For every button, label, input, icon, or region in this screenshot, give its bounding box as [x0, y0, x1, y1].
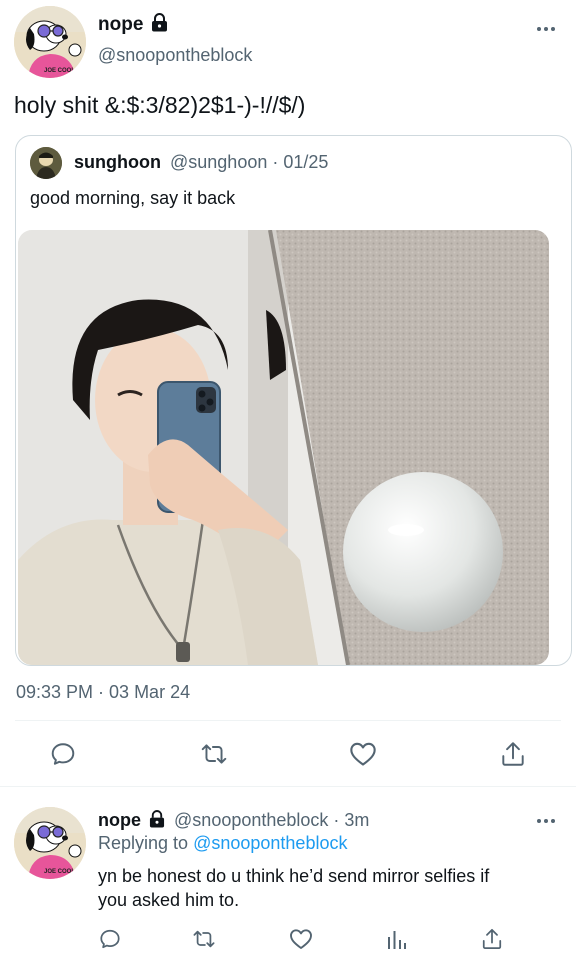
main-display-name-row: nope: [98, 13, 168, 37]
replying-to-label: Replying to: [98, 833, 189, 853]
mirror-selfie-photo: [18, 230, 549, 665]
snoopy-avatar-image: JOE COOL: [14, 807, 86, 879]
heart-icon[interactable]: [289, 928, 313, 950]
quoted-avatar: [30, 147, 62, 179]
reply-display-name[interactable]: nope: [98, 810, 141, 830]
main-tweet-text: holy shit &:$:3/82)2$1-)-!//$/): [14, 92, 306, 118]
reply-text: yn be honest do u think he’d send mirror…: [98, 864, 489, 912]
lock-icon: [151, 13, 167, 32]
reply-handle-time[interactable]: @snoopontheblock · 3m: [174, 810, 369, 830]
retweet-icon[interactable]: [192, 928, 216, 950]
more-icon[interactable]: [536, 817, 556, 825]
avatar-shirt-text: JOE COOL: [44, 869, 75, 875]
replying-to-handle[interactable]: @snoopontheblock: [193, 833, 347, 853]
quoted-tweet-card[interactable]: sunghoon @sunghoon · 01/25 good morning,…: [15, 135, 572, 666]
share-icon[interactable]: [481, 927, 503, 951]
reply-text-line-2: you asked him to.: [98, 890, 240, 910]
retweet-icon[interactable]: [200, 741, 228, 767]
replying-to: Replying to @snoopontheblock: [98, 833, 347, 854]
lock-icon: [149, 810, 165, 828]
reply-icon[interactable]: [99, 928, 121, 950]
avatar-shirt-text: JOE COOL: [44, 68, 75, 74]
quoted-avatar-image: [30, 147, 62, 179]
timestamp-divider: [15, 720, 561, 721]
heart-icon[interactable]: [349, 741, 377, 767]
main-avatar[interactable]: JOE COOL: [14, 6, 86, 78]
quoted-tweet-text: good morning, say it back: [30, 188, 236, 208]
reply-avatar[interactable]: JOE COOL: [14, 807, 86, 879]
reply-icon[interactable]: [50, 741, 76, 767]
quoted-handle[interactable]: @sunghoon · 01/25: [170, 152, 328, 172]
more-icon[interactable]: [536, 25, 556, 33]
share-icon[interactable]: [500, 740, 526, 768]
main-timestamp[interactable]: 09:33 PM · 03 Mar 24: [16, 682, 190, 703]
main-handle[interactable]: @snoopontheblock: [98, 45, 252, 66]
quoted-photo[interactable]: [18, 230, 549, 665]
snoopy-avatar-image: JOE COOL: [14, 6, 86, 78]
quoted-header: sunghoon @sunghoon · 01/25: [74, 152, 328, 173]
thread-divider: [0, 786, 576, 787]
main-display-name[interactable]: nope: [98, 14, 143, 35]
reply-text-line-1: yn be honest do u think he’d send mirror…: [98, 866, 490, 886]
quoted-display-name[interactable]: sunghoon: [74, 152, 161, 172]
reply-header: nope @snoopontheblock · 3m: [98, 810, 369, 831]
analytics-icon[interactable]: [387, 928, 407, 950]
